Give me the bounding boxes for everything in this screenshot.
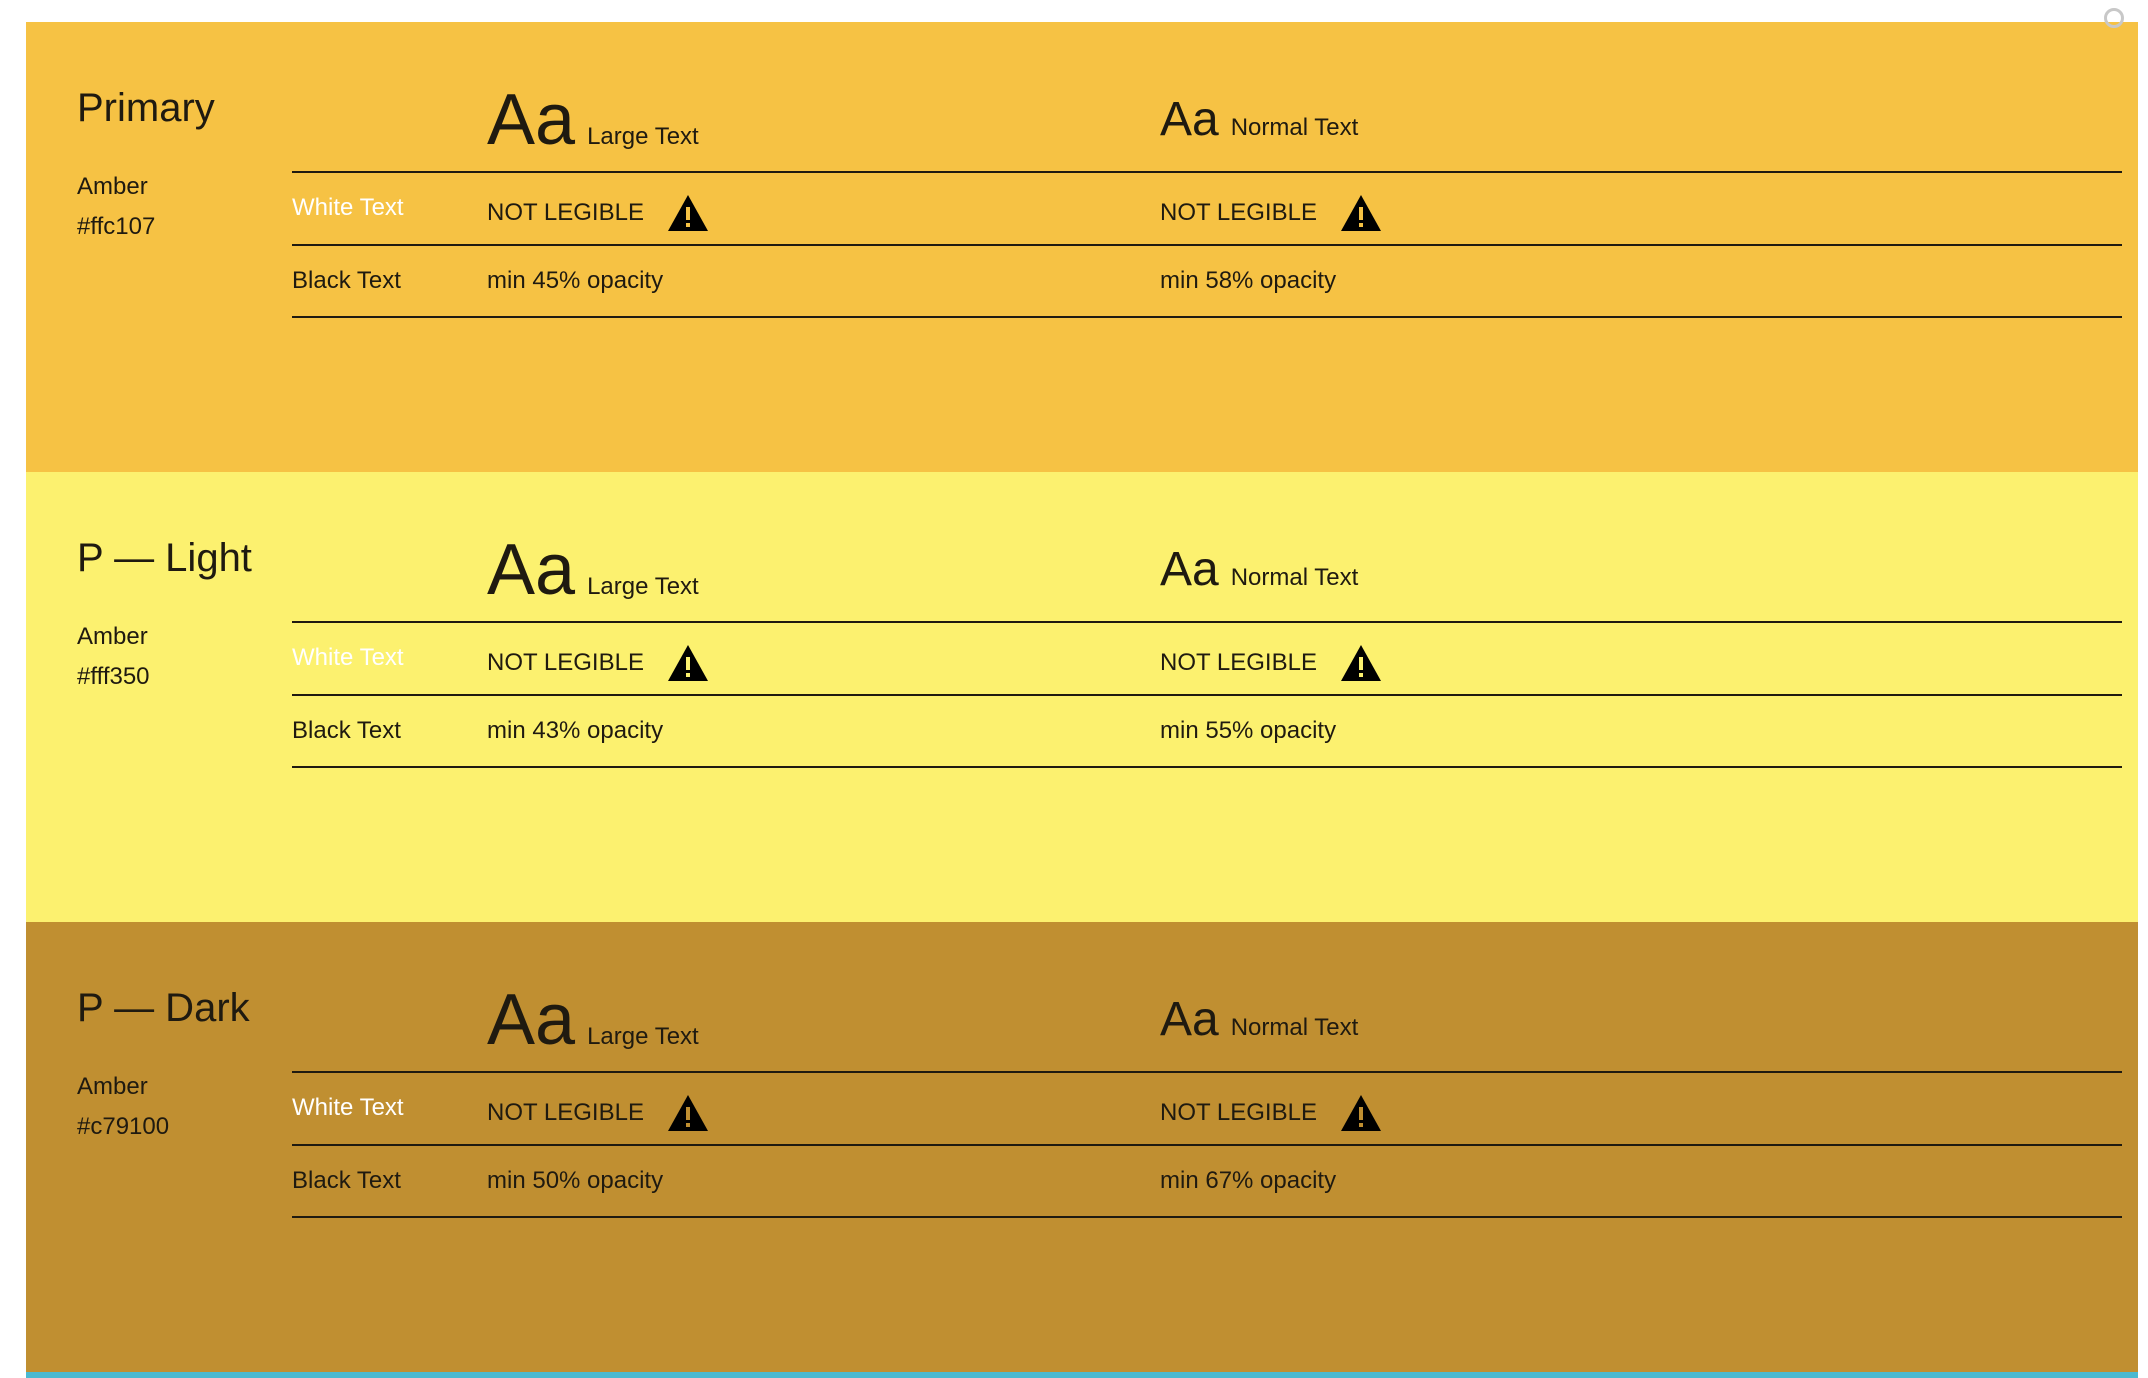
divider bbox=[292, 694, 2122, 696]
black-normal-result: min 55% opacity bbox=[1160, 717, 1337, 744]
divider bbox=[292, 766, 2122, 768]
large-text-header: Aa Large Text bbox=[487, 520, 699, 620]
warning-triangle-icon bbox=[666, 1093, 710, 1133]
warning-triangle-icon bbox=[666, 643, 710, 683]
white-text-row-label: White Text bbox=[292, 644, 404, 671]
panel-title: Primary bbox=[77, 86, 215, 130]
panel-primary: Primary Amber #ffc107 Aa Large Text Aa Nor… bbox=[26, 8, 2138, 472]
color-hex: #ffc107 bbox=[77, 213, 156, 240]
large-text-label: Large Text bbox=[587, 573, 699, 600]
black-large-result: min 50% opacity bbox=[487, 1167, 664, 1194]
white-large-result: NOT LEGIBLE bbox=[487, 643, 710, 683]
normal-text-header: Aa Normal Text bbox=[1160, 70, 1358, 170]
result-text: NOT LEGIBLE bbox=[1160, 1099, 1317, 1126]
normal-text-header: Aa Normal Text bbox=[1160, 520, 1358, 620]
panel-title: P — Dark bbox=[77, 986, 250, 1030]
white-large-result: NOT LEGIBLE bbox=[487, 193, 710, 233]
panel-light: P — Light Amber #fff350 Aa Large Text Aa N… bbox=[26, 472, 2138, 922]
large-text-label: Large Text bbox=[587, 123, 699, 150]
divider bbox=[292, 1144, 2122, 1146]
divider bbox=[292, 244, 2122, 246]
black-large-result: min 45% opacity bbox=[487, 267, 664, 294]
black-text-row-label: Black Text bbox=[292, 717, 401, 744]
large-aa-sample: Aa bbox=[487, 980, 576, 1060]
color-family: Amber bbox=[77, 173, 148, 200]
white-normal-result: NOT LEGIBLE bbox=[1160, 1093, 1383, 1133]
color-hex: #fff350 bbox=[77, 663, 150, 690]
black-normal-result: min 58% opacity bbox=[1160, 267, 1337, 294]
result-text: NOT LEGIBLE bbox=[487, 649, 644, 676]
warning-triangle-icon bbox=[1339, 193, 1383, 233]
large-text-header: Aa Large Text bbox=[487, 70, 699, 170]
normal-text-label: Normal Text bbox=[1230, 564, 1359, 591]
white-text-row-label: White Text bbox=[292, 1094, 404, 1121]
warning-triangle-icon bbox=[1339, 1093, 1383, 1133]
warning-triangle-icon bbox=[1339, 643, 1383, 683]
divider bbox=[292, 1216, 2122, 1218]
color-hex: #c79100 bbox=[77, 1113, 170, 1140]
black-text-row-label: Black Text bbox=[292, 267, 401, 294]
next-panel-edge bbox=[26, 1372, 2138, 1378]
black-normal-result: min 67% opacity bbox=[1160, 1167, 1337, 1194]
divider bbox=[292, 621, 2122, 623]
normal-aa-sample: Aa bbox=[1160, 993, 1219, 1046]
result-text: NOT LEGIBLE bbox=[487, 199, 644, 226]
divider bbox=[292, 316, 2122, 318]
normal-text-header: Aa Normal Text bbox=[1160, 970, 1358, 1070]
color-family: Amber bbox=[77, 623, 148, 650]
divider bbox=[292, 171, 2122, 173]
corner-circle-icon bbox=[2104, 8, 2124, 28]
page: Primary Amber #ffc107 Aa Large Text Aa Nor… bbox=[0, 0, 2148, 1378]
result-text: NOT LEGIBLE bbox=[487, 1099, 644, 1126]
black-large-result: min 43% opacity bbox=[487, 717, 664, 744]
panel-dark: P — Dark Amber #c79100 Aa Large Text Aa No… bbox=[26, 922, 2138, 1372]
large-aa-sample: Aa bbox=[487, 530, 576, 610]
white-text-row-label: White Text bbox=[292, 194, 404, 221]
large-text-header: Aa Large Text bbox=[487, 970, 699, 1070]
warning-triangle-icon bbox=[666, 193, 710, 233]
white-normal-result: NOT LEGIBLE bbox=[1160, 193, 1383, 233]
normal-aa-sample: Aa bbox=[1160, 543, 1219, 596]
result-text: NOT LEGIBLE bbox=[1160, 199, 1317, 226]
white-large-result: NOT LEGIBLE bbox=[487, 1093, 710, 1133]
normal-text-label: Normal Text bbox=[1230, 114, 1359, 141]
color-family: Amber bbox=[77, 1073, 148, 1100]
panel-title: P — Light bbox=[77, 536, 252, 580]
result-text: NOT LEGIBLE bbox=[1160, 649, 1317, 676]
white-normal-result: NOT LEGIBLE bbox=[1160, 643, 1383, 683]
large-aa-sample: Aa bbox=[487, 80, 576, 160]
divider bbox=[292, 1071, 2122, 1073]
normal-aa-sample: Aa bbox=[1160, 93, 1219, 146]
black-text-row-label: Black Text bbox=[292, 1167, 401, 1194]
normal-text-label: Normal Text bbox=[1230, 1014, 1359, 1041]
large-text-label: Large Text bbox=[587, 1023, 699, 1050]
